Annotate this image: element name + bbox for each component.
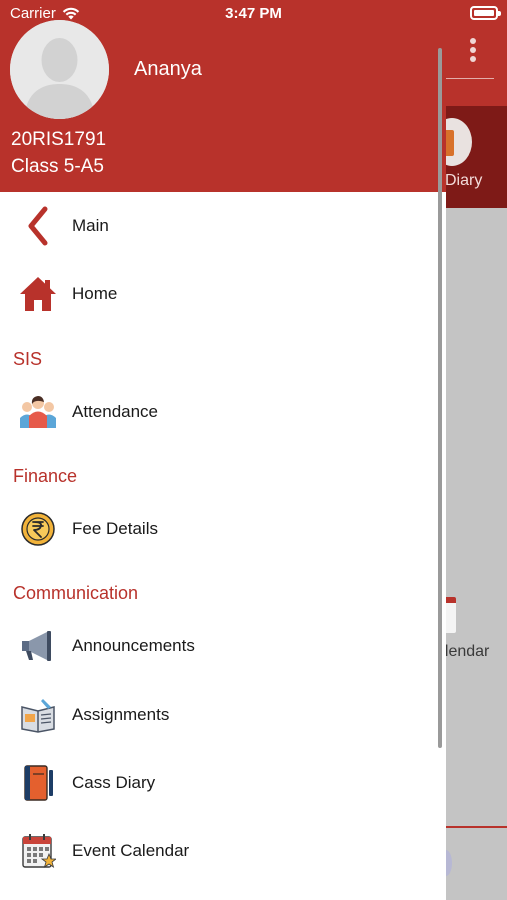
user-name: Ananya bbox=[134, 58, 202, 80]
navigation-drawer: Carrier 3:47 PM Ananya 20RIS1791 Class 5… bbox=[0, 0, 446, 900]
assignment-icon bbox=[18, 695, 58, 735]
menu-item-announcements-label: Announcements bbox=[72, 636, 195, 655]
home-icon bbox=[18, 274, 58, 314]
section-title-finance: Finance bbox=[13, 466, 78, 486]
section-title-communication: Communication bbox=[13, 583, 139, 603]
menu-item-cass-diary-label: Cass Diary bbox=[72, 773, 156, 792]
background-divider bbox=[446, 78, 494, 79]
user-class: Class 5-A5 bbox=[11, 156, 104, 177]
menu-item-fee-details-label: Fee Details bbox=[72, 519, 158, 538]
diary-icon bbox=[18, 763, 58, 803]
menu-item-assignments[interactable]: Assignments bbox=[0, 687, 446, 743]
avatar[interactable] bbox=[10, 20, 109, 119]
menu-item-attendance[interactable]: Attendance bbox=[0, 384, 446, 440]
megaphone-icon bbox=[18, 626, 58, 666]
drawer-header: Carrier 3:47 PM Ananya 20RIS1791 Class 5… bbox=[0, 0, 446, 192]
menu-item-event-calendar-label: Event Calendar bbox=[72, 841, 190, 860]
menu-item-attendance-label: Attendance bbox=[72, 402, 159, 421]
menu-item-event-calendar[interactable]: Event Calendar bbox=[0, 823, 446, 879]
menu-item-assignments-label: Assignments bbox=[72, 705, 170, 724]
menu-item-home-label: Home bbox=[72, 284, 118, 303]
attendance-icon bbox=[18, 392, 58, 432]
drawer-scrollbar[interactable] bbox=[438, 48, 442, 748]
user-placeholder-icon bbox=[10, 20, 109, 119]
back-chevron-icon bbox=[18, 206, 58, 246]
background-footer-line bbox=[446, 826, 507, 828]
calendar-icon bbox=[18, 831, 58, 871]
menu-item-announcements[interactable]: Announcements bbox=[0, 618, 446, 674]
user-id: 20RIS1791 bbox=[11, 129, 107, 150]
menu-item-cass-diary[interactable]: Cass Diary bbox=[0, 755, 446, 811]
menu-item-main-label: Main bbox=[72, 216, 109, 235]
more-options-icon[interactable] bbox=[468, 38, 478, 68]
status-time: 3:47 PM bbox=[225, 5, 282, 22]
menu-item-home[interactable]: Home bbox=[0, 266, 446, 322]
menu-item-main[interactable]: Main bbox=[0, 198, 446, 254]
section-title-sis: SIS bbox=[13, 349, 43, 369]
menu-item-fee-details[interactable]: Fee Details bbox=[0, 501, 446, 557]
rupee-coin-icon bbox=[18, 509, 58, 549]
background-diary-label: Diary bbox=[445, 172, 483, 189]
